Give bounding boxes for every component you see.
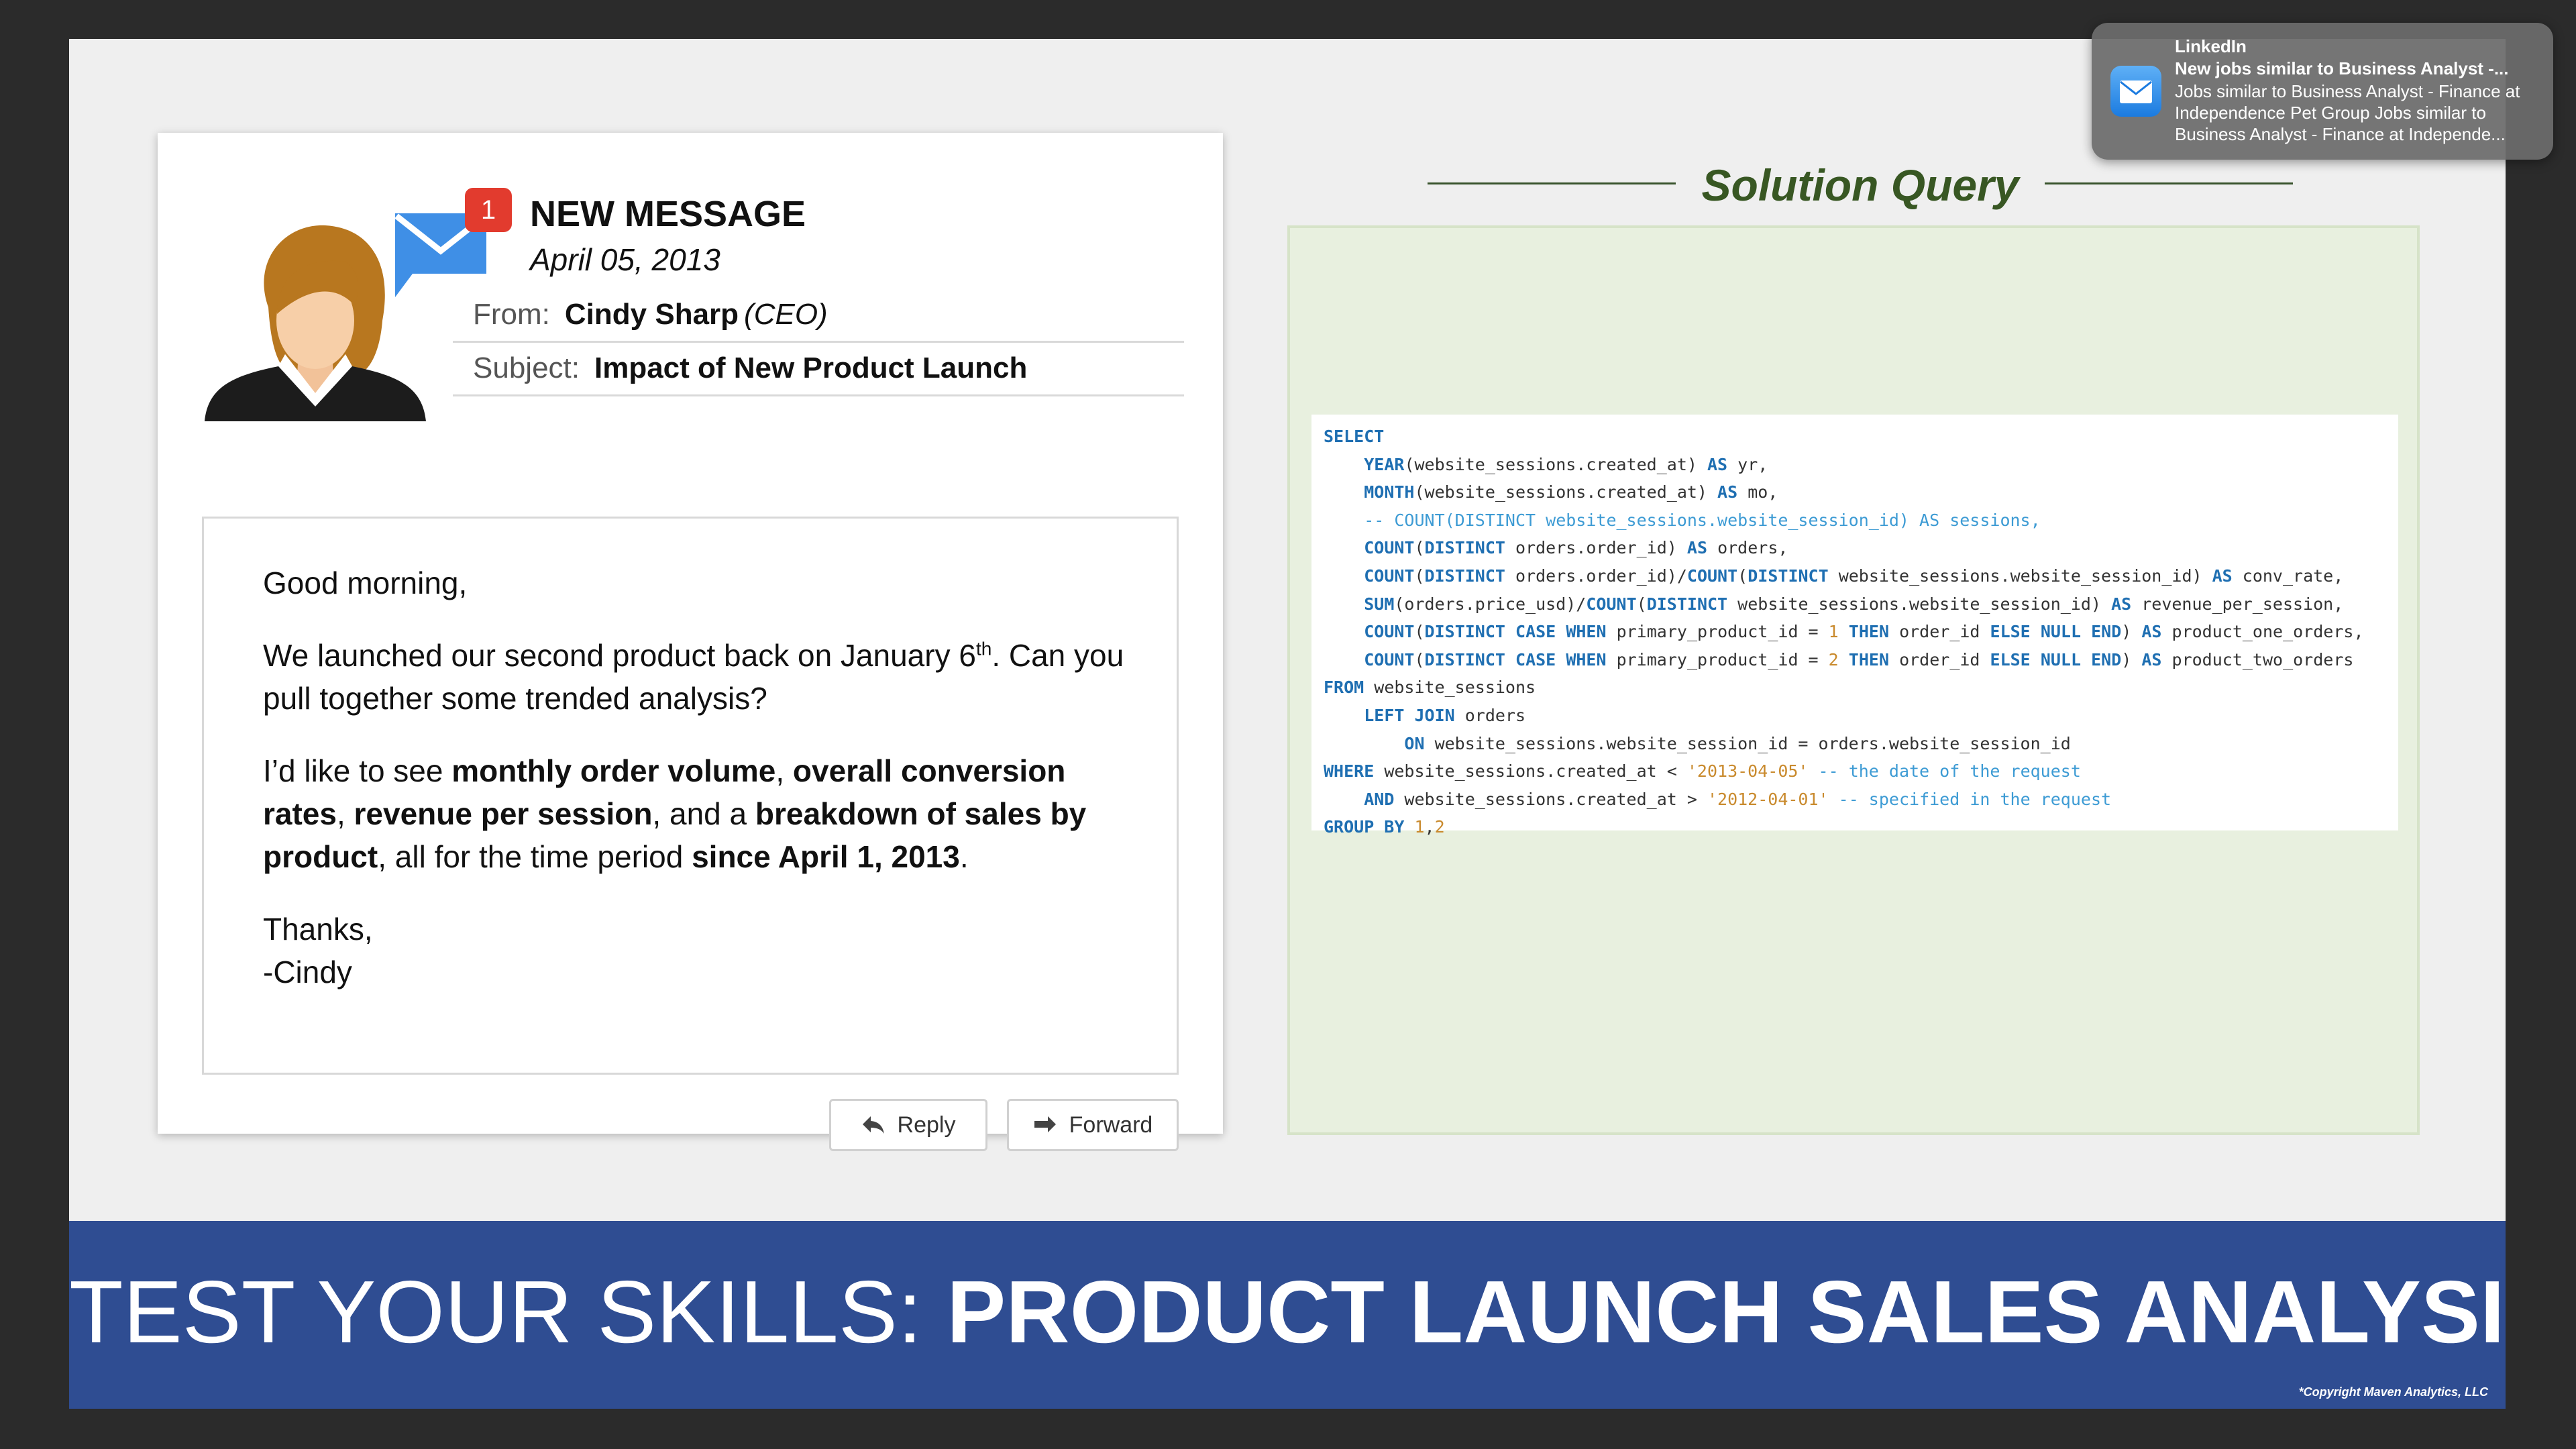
sql-line: -- COUNT(DISTINCT website_sessions.websi…	[1364, 510, 2041, 530]
from-label: From:	[473, 298, 550, 331]
sql-line: WHERE website_sessions.created_at < '201…	[1324, 761, 2081, 782]
sql-line: LEFT JOIN orders	[1364, 705, 1526, 725]
sql-code: SELECT YEAR(website_sessions.created_at)…	[1324, 423, 2386, 841]
sql-line: SUM(orders.price_usd)/COUNT(DISTINCT web…	[1364, 594, 2344, 614]
reply-arrow-icon	[862, 1116, 884, 1134]
banner-title: TEST YOUR SKILLS: PRODUCT LAUNCH SALES A…	[69, 1261, 2506, 1362]
sql-line: COUNT(DISTINCT orders.order_id) AS order…	[1364, 538, 1788, 558]
body-paragraph-1: We launched our second product back on J…	[263, 638, 1124, 716]
mail-icon	[2110, 66, 2161, 117]
sender-name: Cindy Sharp	[564, 298, 739, 331]
sql-line: COUNT(DISTINCT CASE WHEN primary_product…	[1364, 622, 2364, 642]
message-date: April 05, 2013	[530, 242, 720, 277]
from-row: From: Cindy Sharp (CEO)	[453, 288, 1184, 343]
notification-body: Jobs similar to Business Analyst - Finan…	[2175, 81, 2520, 144]
notification-title: New jobs similar to Business Analyst -..…	[2175, 58, 2509, 78]
sql-line: AND website_sessions.created_at > '2012-…	[1364, 789, 2112, 809]
body-paragraph-2: I’d like to see monthly order volume, ov…	[263, 753, 1087, 874]
banner-title-main: PRODUCT LAUNCH SALES ANALYSIS	[947, 1263, 2506, 1361]
sql-line: GROUP BY 1,2	[1324, 817, 1445, 837]
banner-title-prefix: TEST YOUR SKILLS:	[69, 1263, 947, 1361]
closing: Thanks,	[263, 912, 373, 947]
forward-arrow-icon	[1034, 1116, 1056, 1132]
sql-line: SELECT	[1324, 427, 1385, 446]
message-body: Good morning, We launched our second pro…	[202, 517, 1179, 1075]
subject-text: Impact of New Product Launch	[594, 352, 1028, 384]
subject-label: Subject:	[473, 352, 580, 384]
title-banner: TEST YOUR SKILLS: PRODUCT LAUNCH SALES A…	[69, 1221, 2506, 1409]
solution-heading: Solution Query	[1428, 153, 2293, 213]
sql-line: FROM website_sessions	[1324, 678, 1536, 698]
signature: -Cindy	[263, 955, 352, 989]
slide: 1 NEW MESSAGE April 05, 2013 From: Cindy …	[69, 39, 2506, 1409]
sender-role: (CEO)	[744, 298, 828, 331]
sql-code-block: SELECT YEAR(website_sessions.created_at)…	[1311, 415, 2398, 837]
unread-badge: 1	[480, 195, 496, 225]
notification-app: LinkedIn	[2175, 36, 2247, 56]
sql-line: COUNT(DISTINCT CASE WHEN primary_product…	[1364, 649, 2354, 669]
sql-line: ON website_sessions.website_session_id =…	[1404, 733, 2071, 753]
subject-row: Subject: Impact of New Product Launch	[453, 342, 1184, 396]
forward-button[interactable]: Forward	[1007, 1099, 1179, 1151]
heading-rule-right	[2045, 182, 2293, 184]
reply-button[interactable]: Reply	[829, 1099, 987, 1151]
solution-title: Solution Query	[1701, 160, 2019, 210]
email-card: 1 NEW MESSAGE April 05, 2013 From: Cindy …	[158, 133, 1223, 1151]
copyright-note: *Copyright Maven Analytics, LLC	[2298, 1385, 2488, 1399]
reply-label: Reply	[897, 1112, 956, 1138]
message-heading: NEW MESSAGE	[530, 194, 806, 234]
sql-line: YEAR(website_sessions.created_at) AS yr,	[1364, 454, 1768, 474]
sql-line: COUNT(DISTINCT orders.order_id)/COUNT(DI…	[1364, 566, 2344, 586]
greeting: Good morning,	[263, 566, 468, 600]
solution-panel: SELECT YEAR(website_sessions.created_at)…	[1287, 225, 2420, 1135]
forward-label: Forward	[1069, 1112, 1153, 1138]
linkedin-notification[interactable]: LinkedIn New jobs similar to Business An…	[2092, 23, 2553, 160]
sql-line: MONTH(website_sessions.created_at) AS mo…	[1364, 482, 1778, 502]
